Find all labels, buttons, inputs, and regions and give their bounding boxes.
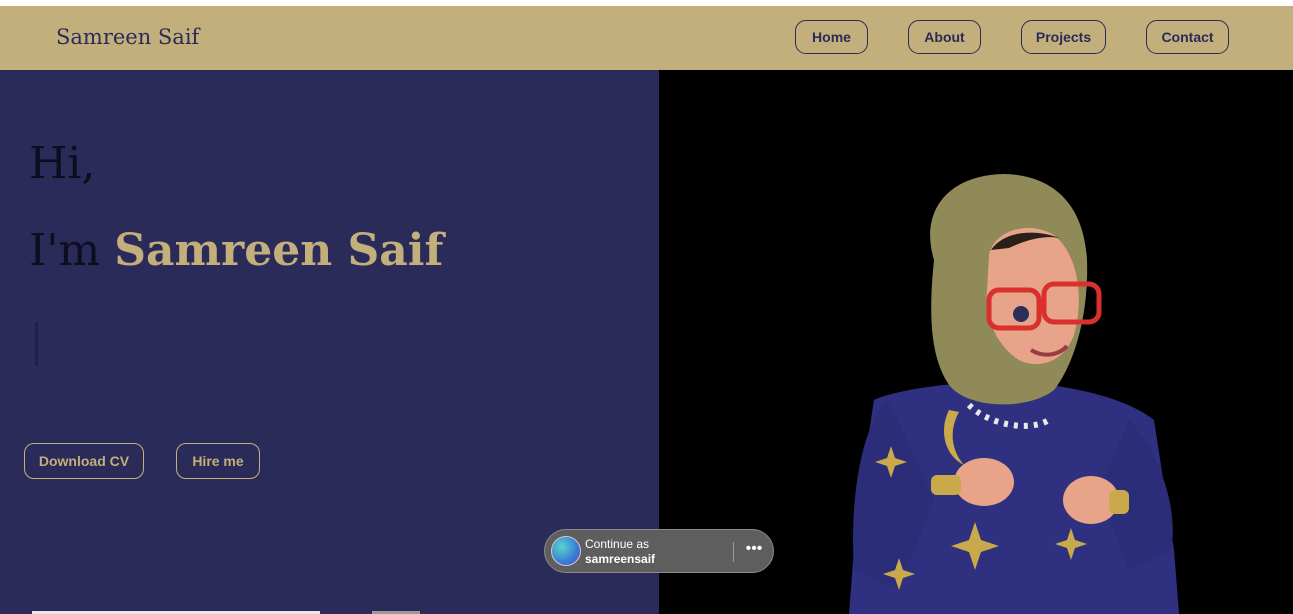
continue-as-label: Continue as [585,537,650,551]
hero-greeting: Hi, [29,138,96,189]
hire-me-button[interactable]: Hire me [176,443,260,479]
hero-intro: I'm Samreen Saif [29,225,443,276]
profile-avatar-icon [551,536,581,566]
prompt-separator [733,542,734,562]
continue-as-username: samreensaif [585,552,656,566]
nav-about-button[interactable]: About [908,20,981,54]
more-horizontal-icon[interactable]: ••• [741,536,767,566]
nav-projects-button[interactable]: Projects [1021,20,1106,54]
typing-cursor [35,322,38,366]
navbar: Samreen Saif Home About Projects Contact [0,6,1293,70]
hero-name: Samreen Saif [114,225,444,276]
hero-intro-prefix: I'm [29,225,101,276]
nav-contact-button[interactable]: Contact [1146,20,1229,54]
download-cv-button[interactable]: Download CV [24,443,144,479]
brand-name[interactable]: Samreen Saif [56,25,199,49]
continue-as-prompt[interactable]: Continue as samreensaif ••• [544,529,774,573]
nav-home-button[interactable]: Home [795,20,868,54]
